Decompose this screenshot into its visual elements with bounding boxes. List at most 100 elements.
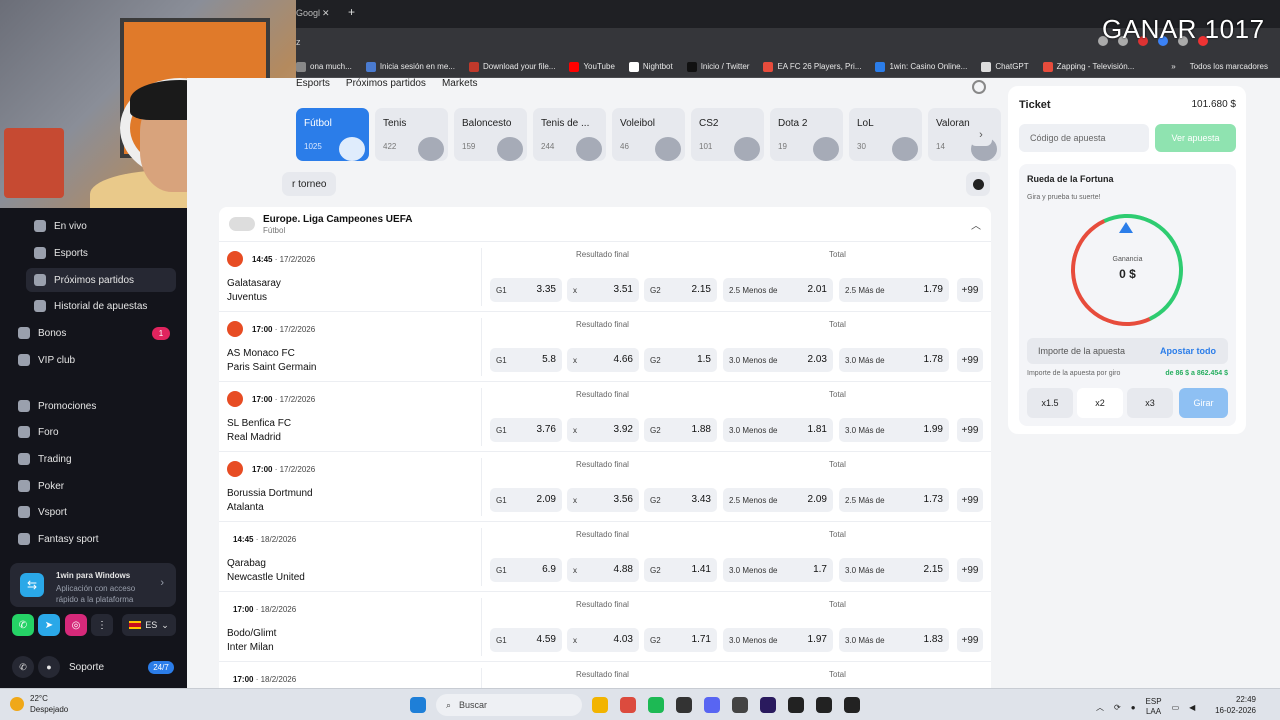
bookmark-item[interactable]: EA FC 26 Players, Pri... [763, 61, 861, 72]
more-markets-button[interactable]: +99 [957, 628, 983, 652]
match-row[interactable]: 17:00 · 17/2/2026 Borussia Dortmund Atalan… [219, 451, 991, 521]
sidebar-item-poker[interactable]: Poker [18, 476, 64, 496]
taskbar-search[interactable]: ⌕ Buscar [436, 694, 582, 716]
bookmark-item[interactable]: Inicia sesión en me... [365, 61, 455, 72]
language-selector[interactable]: ES ⌄ [122, 614, 176, 636]
match-row[interactable]: 14:45 · 17/2/2026 Galatasaray Juventus Resu… [219, 241, 991, 311]
odd-button[interactable]: x 3.92 [567, 418, 639, 442]
bookmark-item[interactable]: Zapping - Televisión... [1042, 61, 1134, 72]
sidebar-item-historial[interactable]: Historial de apuestas [26, 296, 176, 316]
odd-button[interactable]: G1 4.59 [490, 628, 562, 652]
odd-button[interactable]: G2 1.88 [644, 418, 717, 442]
chrome-icon[interactable] [620, 697, 636, 713]
match-row[interactable]: 17:00 · 17/2/2026 SL Benfica FC Real Madri… [219, 381, 991, 451]
bookmark-item[interactable]: Nightbot [628, 61, 673, 72]
windows-start-icon[interactable] [410, 697, 426, 713]
tab-title[interactable]: Googl [296, 8, 320, 18]
support-button[interactable]: ● Soporte [38, 656, 104, 678]
bookmark-item[interactable]: ona much... [296, 61, 352, 72]
home-team[interactable]: SL Benfica FC [227, 418, 291, 429]
nav-esports[interactable]: Esports [296, 78, 330, 92]
odd-button[interactable]: 3.0 Más de 1.99 [839, 418, 949, 442]
volume-icon[interactable]: ◀ [1189, 703, 1195, 712]
chevron-up-icon[interactable]: ︿ [1096, 702, 1104, 713]
sync-icon[interactable]: ⟳ [1114, 703, 1121, 712]
network-icon[interactable]: ▭ [1172, 703, 1180, 712]
home-team[interactable]: Bodo/Glimt [227, 628, 276, 639]
sidebar-item-foro[interactable]: Foro [18, 422, 59, 442]
input-language[interactable]: ESP LAA [1146, 697, 1162, 717]
nav-proximos-partidos[interactable]: Próximos partidos [346, 78, 426, 92]
odd-button[interactable]: 3.0 Más de 1.78 [839, 348, 949, 372]
tournament-filter-button[interactable]: r torneo [282, 172, 337, 196]
sidebar-item-promociones[interactable]: Promociones [18, 396, 96, 416]
odd-button[interactable]: 3.0 Menos de 1.7 [723, 558, 833, 582]
odd-button[interactable]: 2.5 Más de 1.73 [839, 488, 949, 512]
odd-button[interactable]: x 3.56 [567, 488, 639, 512]
stake-input[interactable]: Importe de la apuesta Apostar todo [1027, 338, 1228, 364]
sport-tile[interactable]: Dota 2 19 [770, 108, 843, 161]
sport-tile[interactable]: Fútbol 1025 [296, 108, 369, 161]
away-team[interactable]: Juventus [227, 292, 267, 303]
odd-button[interactable]: G2 3.43 [644, 488, 717, 512]
clock[interactable]: 22:49 16-02-2026 [1215, 694, 1256, 716]
more-markets-button[interactable]: +99 [957, 348, 983, 372]
odd-button[interactable]: G1 3.35 [490, 278, 562, 302]
odd-button[interactable]: 3.0 Menos de 1.81 [723, 418, 833, 442]
app-icon[interactable] [732, 697, 748, 713]
more-markets-button[interactable]: +99 [957, 418, 983, 442]
bookmark-item[interactable]: Download your file... [468, 61, 555, 72]
app-icon[interactable] [816, 697, 832, 713]
odd-button[interactable]: G2 1.71 [644, 628, 717, 652]
app-icon[interactable] [788, 697, 804, 713]
sidebar-item-fantasy-sport[interactable]: Fantasy sport [18, 529, 99, 549]
sidebar-item-vsport[interactable]: Vsport [18, 502, 67, 522]
app-icon[interactable] [676, 697, 692, 713]
odd-button[interactable]: 3.0 Más de 2.15 [839, 558, 949, 582]
instagram-icon[interactable]: ◎ [65, 614, 87, 636]
phone-button[interactable]: ✆ [12, 656, 34, 678]
more-markets-button[interactable]: +99 [957, 488, 983, 512]
spin-button[interactable]: Girar [1179, 388, 1228, 418]
multiplier-x3[interactable]: x3 [1127, 388, 1173, 418]
sport-tile[interactable]: Tenis 422 [375, 108, 448, 161]
away-team[interactable]: Inter Milan [227, 642, 274, 653]
file-explorer-icon[interactable] [592, 697, 608, 713]
match-row[interactable]: 17:00 · 17/2/2026 AS Monaco FC Paris Saint… [219, 311, 991, 381]
bookmark-item[interactable]: Inicio / Twitter [686, 61, 749, 72]
home-team[interactable]: AS Monaco FC [227, 348, 295, 359]
microphone-icon[interactable]: ● [1131, 703, 1136, 712]
sidebar-item-bonos[interactable]: Bonos [18, 323, 66, 343]
odd-button[interactable]: x 4.03 [567, 628, 639, 652]
bookmarks-more-icon[interactable]: » [1171, 62, 1175, 71]
sport-tile[interactable]: Baloncesto 159 [454, 108, 527, 161]
match-row[interactable]: 17:00 · 18/2/2026 Resultado final Total [219, 661, 991, 688]
weather-widget[interactable]: 22°C Despejado [10, 693, 68, 715]
sidebar-item-en-vivo[interactable]: En vivo [26, 216, 176, 236]
new-tab-icon[interactable]: + [348, 5, 355, 19]
odd-button[interactable]: G2 1.41 [644, 558, 717, 582]
discord-icon[interactable] [704, 697, 720, 713]
all-bookmarks[interactable]: Todos los marcadores [1190, 62, 1268, 71]
sidebar-item-esports[interactable]: Esports [26, 243, 176, 263]
odd-button[interactable]: 3.0 Menos de 2.03 [723, 348, 833, 372]
more-options-icon[interactable]: ⋮ [91, 614, 113, 636]
clock-filter-button[interactable] [966, 172, 990, 196]
bookmark-item[interactable]: YouTube [569, 61, 615, 72]
home-team[interactable]: Qarabag [227, 558, 266, 569]
home-team[interactable]: Borussia Dortmund [227, 488, 313, 499]
away-team[interactable]: Paris Saint Germain [227, 362, 316, 373]
bet-code-input[interactable]: Código de apuesta [1019, 124, 1149, 152]
app-icon[interactable] [844, 697, 860, 713]
sidebar-item-trading[interactable]: Trading [18, 449, 72, 469]
more-markets-button[interactable]: +99 [957, 558, 983, 582]
telegram-icon[interactable]: ➤ [38, 614, 60, 636]
odd-button[interactable]: 2.5 Menos de 2.09 [723, 488, 833, 512]
sport-tile[interactable]: Tenis de ... 244 [533, 108, 606, 161]
odd-button[interactable]: G2 1.5 [644, 348, 717, 372]
away-team[interactable]: Newcastle United [227, 572, 305, 583]
nav-markets[interactable]: Markets [442, 78, 478, 92]
odd-button[interactable]: 2.5 Menos de 2.01 [723, 278, 833, 302]
tab-close-icon[interactable]: ✕ [322, 8, 330, 19]
match-row[interactable]: 14:45 · 18/2/2026 Qarabag Newcastle United… [219, 521, 991, 591]
